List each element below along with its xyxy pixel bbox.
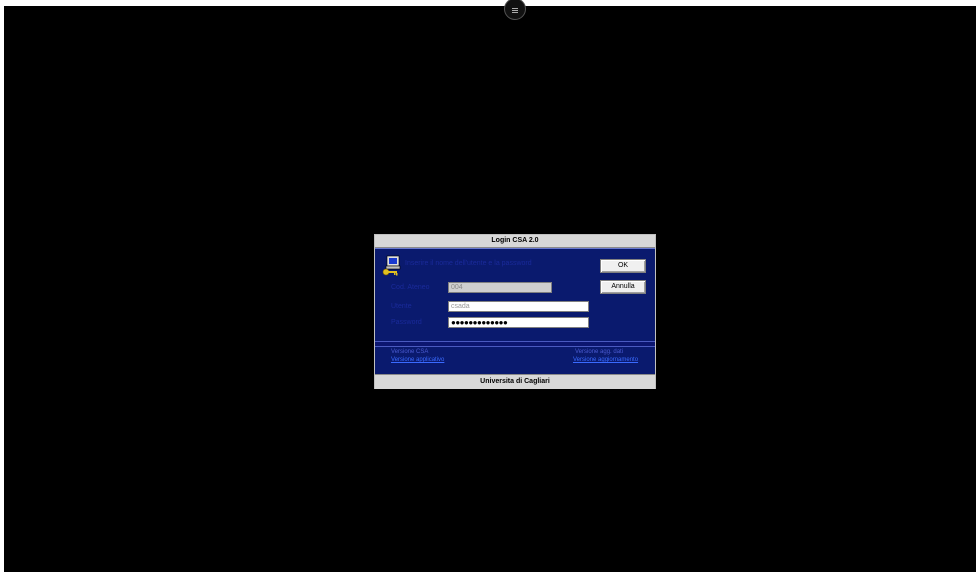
ateneo-field: 004 <box>448 282 552 293</box>
csa-version-link[interactable]: Versione applicativo <box>391 357 444 363</box>
dialog-separator <box>375 341 655 347</box>
title-divider <box>375 248 655 249</box>
password-field[interactable]: ●●●●●●●●●●●●● <box>448 317 589 328</box>
utente-label: Utente <box>391 303 412 310</box>
csa-version-label: Versione CSA <box>391 349 429 355</box>
data-version-label: Versione agg. dati <box>575 349 624 355</box>
data-version-link[interactable]: Versione aggiornamento <box>573 357 638 363</box>
dialog-title: Login CSA 2.0 <box>375 235 655 248</box>
password-label: Password <box>391 319 422 326</box>
ok-button[interactable]: OK <box>600 259 646 273</box>
menu-handle-icon[interactable] <box>504 0 526 20</box>
footer-university: Universita di Cagliari <box>375 374 655 389</box>
desktop-background: Login CSA 2.0 Inserire il nome dell'uten… <box>4 0 976 572</box>
login-prompt: Inserire il nome dell'utente e la passwo… <box>405 260 532 267</box>
cancel-button[interactable]: Annulla <box>600 280 646 294</box>
utente-field[interactable]: csada <box>448 301 589 312</box>
user-key-icon <box>382 255 401 276</box>
login-dialog: Login CSA 2.0 Inserire il nome dell'uten… <box>374 234 656 389</box>
ateneo-label: Cod. Ateneo <box>391 284 430 291</box>
